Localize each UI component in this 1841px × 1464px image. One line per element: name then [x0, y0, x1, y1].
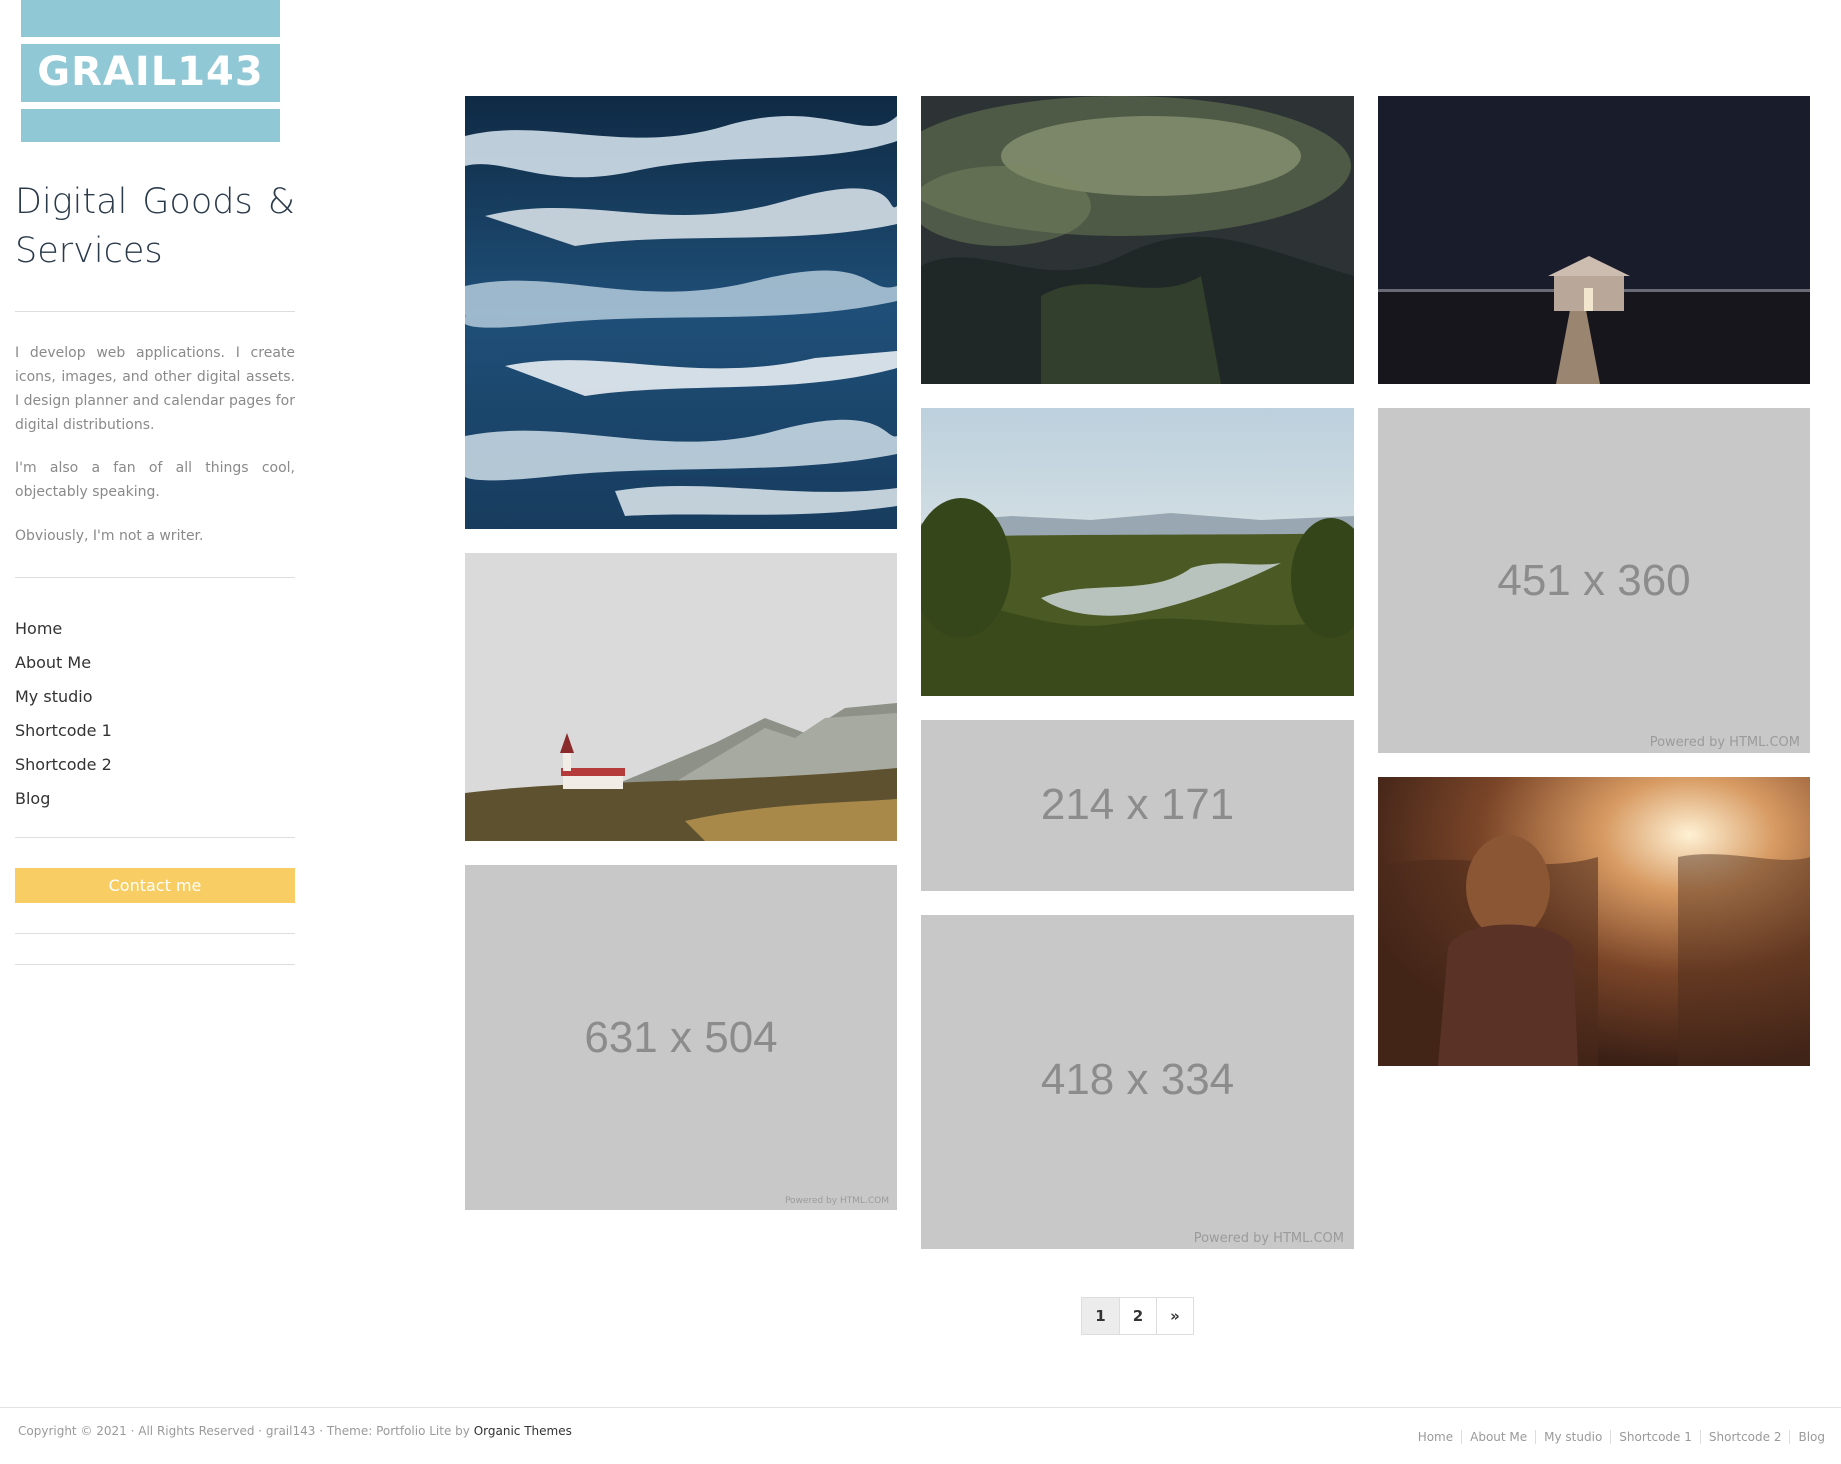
gallery-photo-misty-forest[interactable] [921, 96, 1354, 384]
footer-nav-my-studio[interactable]: My studio [1535, 1430, 1610, 1444]
footer-nav-shortcode-1[interactable]: Shortcode 1 [1610, 1430, 1700, 1444]
placeholder-label: 631 x 504 [584, 1013, 778, 1062]
jungle-valley-image [921, 408, 1354, 696]
nav-item-shortcode-2[interactable]: Shortcode 2 [15, 748, 295, 782]
placeholder-credit: Powered by HTML.COM [1649, 735, 1800, 750]
next-page-link[interactable]: » [1156, 1298, 1193, 1334]
placeholder-label: 418 x 334 [1040, 1055, 1235, 1104]
page-2-link[interactable]: 2 [1119, 1298, 1156, 1334]
sidebar-nav: Home About Me My studio Shortcode 1 Shor… [15, 612, 295, 816]
nav-item-home[interactable]: Home [15, 612, 295, 646]
site-logo[interactable]: GRAIL143 [21, 0, 280, 142]
footer-nav: Home About Me My studio Shortcode 1 Shor… [1410, 1430, 1833, 1444]
footer-divider [0, 1407, 1841, 1408]
gallery-photo-jungle-valley[interactable] [921, 408, 1354, 696]
pagination: 1 2 » [1081, 1297, 1194, 1335]
placeholder-image-418x334: 418 x 334 Powered by HTML.COM [921, 915, 1354, 1249]
divider [15, 837, 295, 838]
gallery-photo-church[interactable] [465, 553, 897, 841]
placeholder-image-631x504: 631 x 504 Powered by HTML.COM [465, 865, 897, 1210]
abstract-paint-image [465, 96, 897, 529]
site-description: I'm also a fan of all things cool, objec… [15, 460, 295, 500]
logo-text: GRAIL143 [37, 49, 264, 95]
theme-author-link[interactable]: Organic Themes [474, 1424, 572, 1438]
site-title: Digital Goods & Services [15, 182, 295, 271]
gallery-photo-sunset-woman[interactable] [1378, 777, 1810, 1066]
site-description: Obviously, I'm not a writer. [15, 528, 204, 544]
nav-item-blog[interactable]: Blog [15, 782, 295, 816]
copyright-text: Copyright © 2021 · All Rights Reserved ·… [18, 1424, 474, 1438]
placeholder-image-451x360: 451 x 360 Powered by HTML.COM [1378, 408, 1810, 753]
gallery-photo-blue-paint[interactable] [465, 96, 897, 529]
divider [15, 311, 295, 312]
sunset-woman-image [1378, 777, 1810, 1066]
placeholder-credit: Powered by HTML.COM [784, 1196, 889, 1206]
nav-item-about-me[interactable]: About Me [15, 646, 295, 680]
placeholder-label: 451 x 360 [1497, 556, 1691, 605]
footer-copyright: Copyright © 2021 · All Rights Reserved ·… [18, 1424, 572, 1438]
divider [15, 933, 295, 934]
church-landscape-image [465, 553, 897, 841]
placeholder-label: 214 x 171 [1040, 780, 1235, 829]
contact-button[interactable]: Contact me [15, 868, 295, 903]
footer-nav-home[interactable]: Home [1410, 1430, 1461, 1444]
placeholder-credit: Powered by HTML.COM [1193, 1231, 1344, 1246]
logo-band [21, 102, 280, 109]
footer-nav-blog[interactable]: Blog [1789, 1430, 1833, 1444]
site-description: I develop web applications. I create ico… [15, 345, 295, 433]
divider [15, 964, 295, 965]
boathouse-night-image [1378, 96, 1810, 384]
gallery-photo-boathouse[interactable] [1378, 96, 1810, 384]
nav-item-shortcode-1[interactable]: Shortcode 1 [15, 714, 295, 748]
logo-band [21, 37, 280, 44]
footer-nav-shortcode-2[interactable]: Shortcode 2 [1699, 1430, 1790, 1444]
footer-nav-about-me[interactable]: About Me [1461, 1430, 1535, 1444]
nav-item-my-studio[interactable]: My studio [15, 680, 295, 714]
page-1-link[interactable]: 1 [1082, 1298, 1119, 1334]
divider [15, 577, 295, 578]
misty-forest-image [921, 96, 1354, 384]
placeholder-image-214x171: 214 x 171 [921, 720, 1354, 891]
